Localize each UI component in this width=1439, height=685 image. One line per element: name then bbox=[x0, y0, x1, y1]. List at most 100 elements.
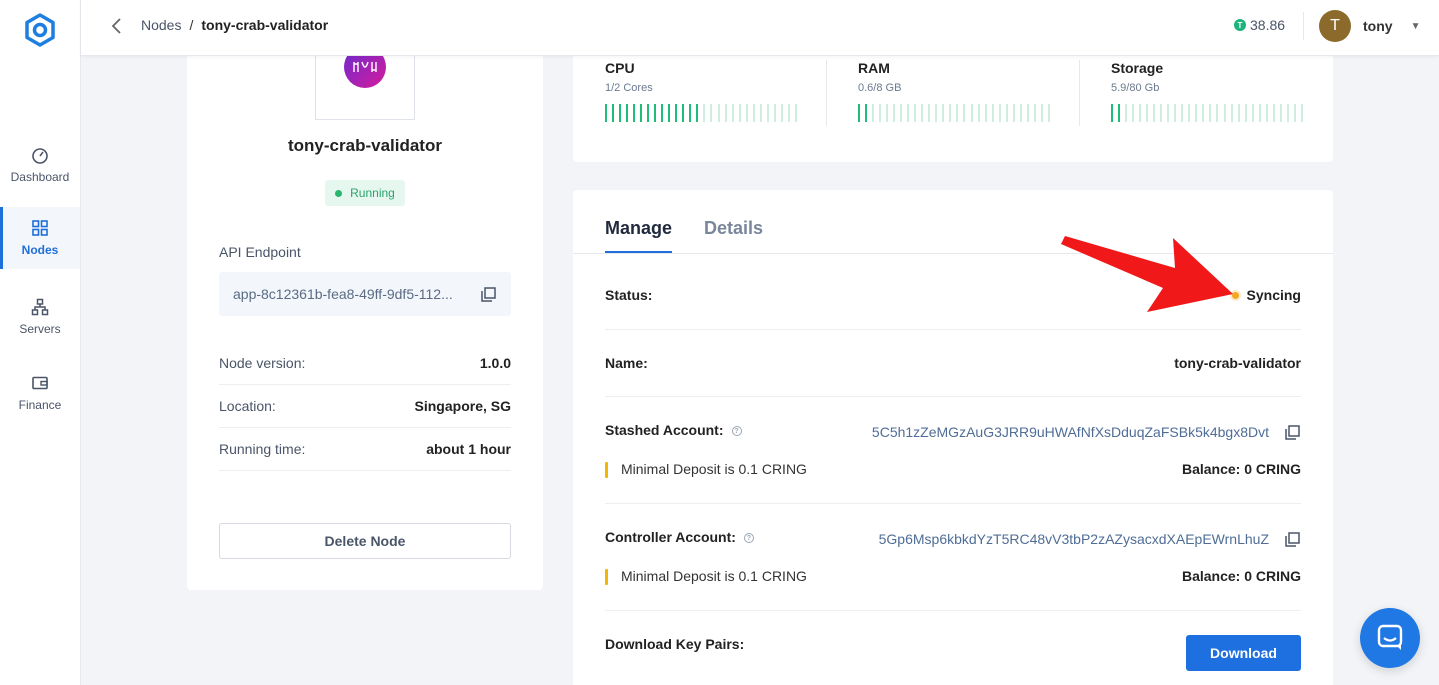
status-badge-label: Running bbox=[350, 186, 395, 200]
usage-tick bbox=[724, 104, 727, 122]
breadcrumb: Nodes / tony-crab-validator bbox=[141, 17, 328, 33]
annotation-arrow-icon bbox=[1061, 236, 1233, 312]
usage-tick bbox=[619, 104, 622, 122]
download-button[interactable]: Download bbox=[1186, 635, 1301, 671]
avatar: T bbox=[1319, 10, 1351, 42]
sidebar: Dashboard Nodes Servers Finance bbox=[0, 0, 81, 685]
breadcrumb-separator: / bbox=[189, 17, 194, 33]
sidebar-item-servers[interactable]: Servers bbox=[0, 286, 80, 348]
usage-tick bbox=[759, 104, 762, 122]
usage-tick bbox=[626, 104, 629, 122]
usage-tick bbox=[1195, 104, 1198, 122]
sync-status-value: Syncing bbox=[1246, 287, 1301, 303]
usage-tick bbox=[942, 104, 945, 122]
usage-tick bbox=[1244, 104, 1247, 122]
usage-meter bbox=[858, 104, 1050, 122]
usage-tick bbox=[668, 104, 671, 122]
controller-account-address[interactable]: 5Gp6Msp6kbkdYzT5RC48vV3tbP2zAZysacxdXAEp… bbox=[879, 531, 1269, 547]
usage-tick bbox=[928, 104, 931, 122]
usage-tick bbox=[1125, 104, 1128, 122]
deposit-note: Minimal Deposit is 0.1 CRING bbox=[605, 461, 807, 478]
name-label: Name: bbox=[605, 355, 648, 371]
stashed-account-address[interactable]: 5C5h1zZeMGzAuG3JRR9uHWAfNfXsDduqZaFSBk5k… bbox=[872, 424, 1269, 440]
delete-node-button[interactable]: Delete Node bbox=[219, 523, 511, 559]
chat-support-button[interactable] bbox=[1360, 608, 1420, 668]
usage-tick bbox=[1026, 104, 1029, 122]
status-label: Status: bbox=[605, 287, 653, 303]
usage-tick bbox=[1216, 104, 1219, 122]
usage-tick bbox=[914, 104, 917, 122]
detail-value: about 1 hour bbox=[426, 441, 511, 457]
name-value: tony-crab-validator bbox=[1174, 355, 1301, 371]
usage-tick bbox=[1111, 104, 1113, 122]
usage-tick bbox=[710, 104, 713, 122]
usage-meter bbox=[1111, 104, 1303, 122]
resource-title: RAM bbox=[858, 60, 890, 76]
usage-tick bbox=[998, 104, 1001, 122]
copy-icon[interactable] bbox=[1284, 424, 1301, 441]
stashed-account-label: Stashed Account:? bbox=[605, 422, 742, 438]
usage-tick bbox=[1132, 104, 1135, 122]
deposit-note: Minimal Deposit is 0.1 CRING bbox=[605, 568, 807, 585]
usage-tick bbox=[1188, 104, 1191, 122]
usage-tick bbox=[1146, 104, 1149, 122]
usage-tick bbox=[780, 104, 783, 122]
usage-tick bbox=[1223, 104, 1226, 122]
divider bbox=[1079, 60, 1080, 126]
stashed-account-label-text: Stashed Account: bbox=[605, 422, 724, 438]
status-badge: Running bbox=[325, 180, 405, 206]
controller-account-label-text: Controller Account: bbox=[605, 529, 736, 545]
usage-tick bbox=[991, 104, 994, 122]
sidebar-item-nodes[interactable]: Nodes bbox=[0, 207, 80, 269]
copy-icon[interactable] bbox=[480, 286, 497, 303]
usage-tick bbox=[766, 104, 769, 122]
resource-title: Storage bbox=[1111, 60, 1164, 76]
usage-tick bbox=[1118, 104, 1121, 122]
chat-icon bbox=[1377, 624, 1403, 650]
user-name: tony bbox=[1363, 18, 1393, 34]
stashed-account-row: Stashed Account:? 5C5h1zZeMGzAuG3JRR9uHW… bbox=[605, 397, 1301, 504]
name-row: Name: tony-crab-validator bbox=[605, 330, 1301, 397]
usage-tick bbox=[872, 104, 875, 122]
usage-tick bbox=[1153, 104, 1156, 122]
usage-tick bbox=[984, 104, 987, 122]
usage-tick bbox=[1209, 104, 1212, 122]
tab-bar: Manage Details bbox=[605, 218, 763, 253]
resource-subtitle: 1/2 Cores bbox=[605, 82, 653, 94]
usage-tick bbox=[977, 104, 980, 122]
usage-tick bbox=[633, 104, 636, 122]
breadcrumb-nodes-link[interactable]: Nodes bbox=[141, 17, 181, 33]
controller-account-label: Controller Account:? bbox=[605, 529, 754, 545]
sidebar-item-dashboard[interactable]: Dashboard bbox=[0, 134, 80, 196]
caret-down-icon: ▼ bbox=[1410, 20, 1421, 32]
api-endpoint-field[interactable]: app-8c12361b-fea8-49ff-9df5-112... bbox=[219, 272, 511, 316]
usage-tick bbox=[1160, 104, 1163, 122]
controller-account-row: Controller Account:? 5Gp6Msp6kbkdYzT5RC4… bbox=[605, 504, 1301, 611]
app-logo-icon[interactable] bbox=[22, 12, 58, 48]
detail-value: 1.0.0 bbox=[479, 355, 511, 371]
usage-tick bbox=[689, 104, 692, 122]
sidebar-item-finance[interactable]: Finance bbox=[0, 362, 80, 424]
usage-tick bbox=[612, 104, 615, 122]
usage-tick bbox=[605, 104, 607, 122]
user-menu[interactable]: T tony ▼ bbox=[1319, 10, 1420, 42]
tab-details[interactable]: Details bbox=[704, 218, 763, 253]
download-key-pairs-label: Download Key Pairs: bbox=[605, 636, 745, 652]
usage-tick bbox=[1202, 104, 1205, 122]
detail-key: Node version: bbox=[219, 355, 306, 371]
help-icon[interactable]: ? bbox=[743, 533, 754, 544]
resource-cpu: CPU 1/2 Cores bbox=[605, 60, 835, 122]
usage-tick bbox=[1279, 104, 1282, 122]
usage-meter bbox=[605, 104, 797, 122]
usage-tick bbox=[787, 104, 790, 122]
usage-tick bbox=[1265, 104, 1268, 122]
resource-storage: Storage 5.9/80 Gb bbox=[1111, 60, 1341, 122]
help-icon[interactable]: ? bbox=[731, 426, 742, 437]
copy-icon[interactable] bbox=[1284, 531, 1301, 548]
usage-tick bbox=[640, 104, 643, 122]
usage-tick bbox=[921, 104, 924, 122]
detail-row: Node version: 1.0.0 bbox=[219, 342, 511, 385]
sidebar-item-label: Dashboard bbox=[10, 170, 70, 184]
tab-manage[interactable]: Manage bbox=[605, 218, 673, 253]
back-arrow-icon[interactable] bbox=[109, 16, 125, 36]
